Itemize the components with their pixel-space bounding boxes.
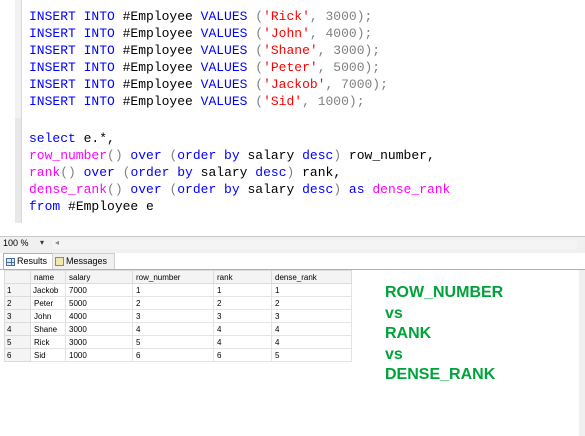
cell-rank[interactable]: 6 [213, 348, 272, 362]
messages-icon [55, 257, 64, 266]
table-row[interactable]: 1 Jackob 7000 1 1 1 [4, 283, 352, 297]
grid-corner[interactable] [4, 270, 31, 284]
cell-rank[interactable]: 4 [213, 322, 272, 336]
cell-salary[interactable]: 3000 [65, 322, 133, 336]
row-number-cell[interactable]: 2 [4, 296, 31, 310]
code-line-insert-3: INSERT INTO #Employee VALUES ('Shane', 3… [29, 43, 381, 58]
table-row[interactable]: 2 Peter 5000 2 2 2 [4, 296, 352, 310]
sql-editor[interactable]: INSERT INTO #Employee VALUES ('Rick', 30… [0, 0, 585, 236]
cell-dense-rank[interactable]: 5 [271, 348, 352, 362]
cell-dense-rank[interactable]: 3 [271, 309, 352, 323]
annotation-vs-1: vs [385, 304, 403, 322]
code-line-from: from #Employee e [29, 199, 154, 214]
code-line-insert-6: INSERT INTO #Employee VALUES ('Sid', 100… [29, 94, 365, 109]
annotation-row-number: ROW_NUMBER [385, 284, 504, 301]
cell-rank[interactable]: 4 [213, 335, 272, 349]
cell-rank[interactable]: 1 [213, 283, 272, 297]
comparison-annotation: ROW_NUMBER vs RANK vs DENSE_RANK [385, 283, 535, 386]
cell-salary[interactable]: 4000 [65, 309, 133, 323]
zoom-bar: 100 % ▾ ◂ [0, 236, 585, 254]
code-line-select: select e.*, [29, 131, 115, 146]
cell-row-number[interactable]: 6 [132, 348, 214, 362]
cell-row-number[interactable]: 3 [132, 309, 214, 323]
annotation-dense-rank: DENSE_RANK [385, 366, 496, 383]
column-header-row-number[interactable]: row_number [132, 270, 214, 284]
table-row[interactable]: 3 John 4000 3 3 3 [4, 309, 352, 323]
cell-salary[interactable]: 5000 [65, 296, 133, 310]
cell-name[interactable]: John [30, 309, 66, 323]
column-header-rank[interactable]: rank [213, 270, 272, 284]
annotation-vs-2: vs [385, 345, 403, 363]
grid-header-row: name salary row_number rank dense_rank [4, 270, 352, 284]
table-row[interactable]: 6 Sid 1000 6 6 5 [4, 348, 352, 362]
cell-rank[interactable]: 2 [213, 296, 272, 310]
scroll-left-icon[interactable]: ◂ [55, 238, 59, 247]
row-number-cell[interactable]: 4 [4, 322, 31, 336]
cell-row-number[interactable]: 4 [132, 322, 214, 336]
cell-salary[interactable]: 1000 [65, 348, 133, 362]
cell-name[interactable]: Peter [30, 296, 66, 310]
table-row[interactable]: 4 Shane 3000 4 4 4 [4, 322, 352, 336]
cell-name[interactable]: Rick [30, 335, 66, 349]
row-number-cell[interactable]: 1 [4, 283, 31, 297]
editor-margin [15, 0, 22, 223]
horizontal-scrollbar[interactable] [52, 240, 577, 249]
result-tabs: Results Messages [0, 253, 585, 269]
cell-dense-rank[interactable]: 4 [271, 335, 352, 349]
grid-icon [6, 257, 15, 266]
code-line-insert-4: INSERT INTO #Employee VALUES ('Peter', 5… [29, 60, 381, 75]
zoom-level[interactable]: 100 % [3, 238, 29, 248]
row-number-cell[interactable]: 6 [4, 348, 31, 362]
annotation-rank: RANK [385, 325, 432, 342]
code-line-insert-1: INSERT INTO #Employee VALUES ('Rick', 30… [29, 9, 373, 24]
code-line-dense-rank: dense_rank() over (order by salary desc)… [29, 182, 451, 197]
cell-name[interactable]: Shane [30, 322, 66, 336]
tab-results-label: Results [17, 256, 48, 266]
tab-messages[interactable]: Messages [52, 253, 115, 269]
cell-dense-rank[interactable]: 1 [271, 283, 352, 297]
row-number-cell[interactable]: 5 [4, 335, 31, 349]
table-row[interactable]: 5 Rick 3000 5 4 4 [4, 335, 352, 349]
cell-row-number[interactable]: 5 [132, 335, 214, 349]
cell-row-number[interactable]: 1 [132, 283, 214, 297]
cell-name[interactable]: Jackob [30, 283, 66, 297]
cell-rank[interactable]: 3 [213, 309, 272, 323]
code-line-insert-5: INSERT INTO #Employee VALUES ('Jackob', … [29, 77, 388, 92]
cell-salary[interactable]: 7000 [65, 283, 133, 297]
code-line-rank: rank() over (order by salary desc) rank, [29, 165, 342, 180]
cell-dense-rank[interactable]: 2 [271, 296, 352, 310]
cell-name[interactable]: Sid [30, 348, 66, 362]
column-header-dense-rank[interactable]: dense_rank [271, 270, 352, 284]
tab-results[interactable]: Results [3, 253, 56, 269]
vertical-scrollbar[interactable] [579, 270, 585, 436]
code-line-row-number: row_number() over (order by salary desc)… [29, 148, 435, 163]
row-number-cell[interactable]: 3 [4, 309, 31, 323]
code-line-insert-2: INSERT INTO #Employee VALUES ('John', 40… [29, 26, 373, 41]
cell-row-number[interactable]: 2 [132, 296, 214, 310]
cell-dense-rank[interactable]: 4 [271, 322, 352, 336]
cell-salary[interactable]: 3000 [65, 335, 133, 349]
results-grid[interactable]: name salary row_number rank dense_rank 1… [4, 270, 352, 362]
column-header-salary[interactable]: salary [65, 270, 133, 284]
tab-messages-label: Messages [66, 256, 108, 266]
zoom-dropdown-icon[interactable]: ▾ [40, 238, 44, 247]
column-header-name[interactable]: name [30, 270, 66, 284]
